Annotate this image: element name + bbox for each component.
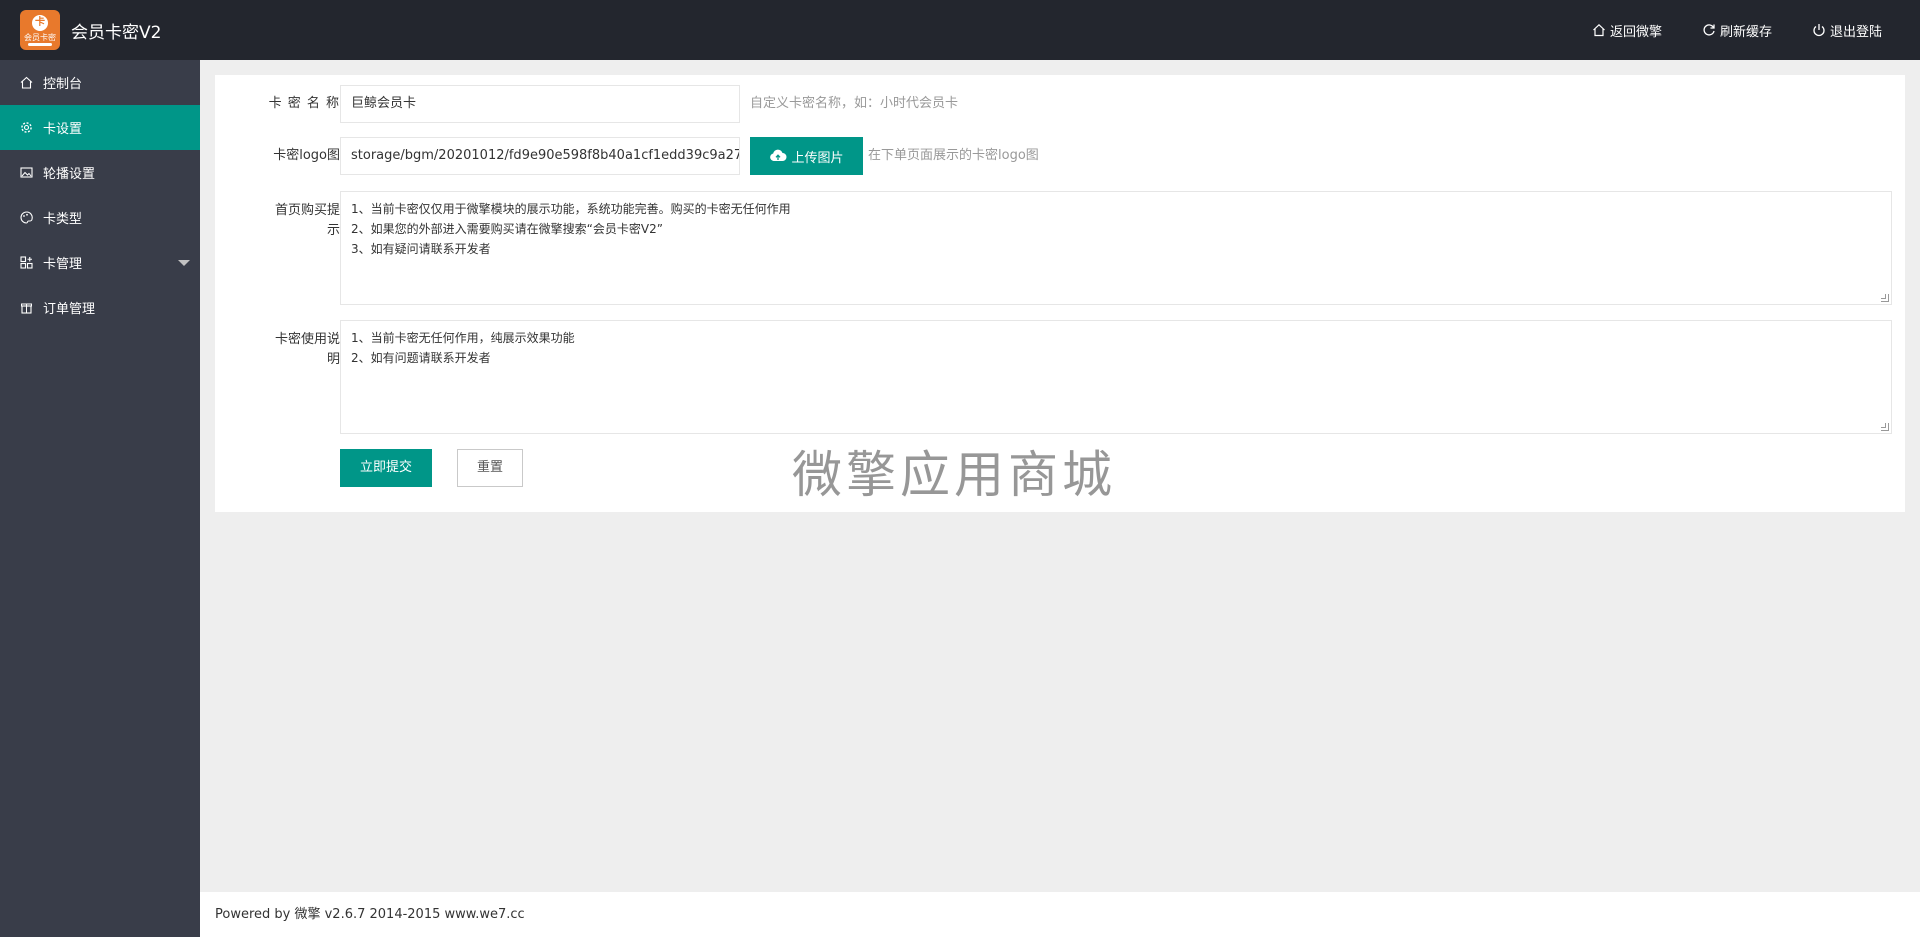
gift-icon (21, 303, 32, 314)
card-name-hint: 自定义卡密名称，如：小时代会员卡 (750, 96, 959, 111)
resize-handle[interactable] (1881, 294, 1889, 302)
purchase-tip-textarea[interactable]: 1、当前卡密仅仅用于微擎模块的展示功能，系统功能完善。购买的卡密无任何作用 2、… (340, 191, 1892, 305)
card-name-input[interactable]: 巨鲸会员卡 (340, 85, 740, 123)
submit-button[interactable]: 立即提交 (340, 449, 432, 487)
image-icon (20, 167, 33, 178)
card-logo-label: 卡密logo图 (273, 148, 340, 163)
cloud-upload-icon (770, 149, 787, 161)
home-icon (20, 76, 33, 89)
gear-icon (21, 122, 32, 133)
watermark-text: 微擎应用商城 (792, 446, 1116, 504)
sidebar-item-label: 轮播设置 (43, 167, 96, 182)
refresh-icon (1703, 24, 1715, 36)
sidebar: 控制台 卡设置 轮播设置 卡类型 卡管理 订单管理 (0, 60, 200, 937)
sidebar-item-carousel-settings[interactable]: 轮播设置 (0, 150, 200, 195)
power-icon (1813, 24, 1825, 37)
sidebar-item-label: 卡管理 (43, 257, 83, 272)
logout-label: 退出登陆 (1829, 24, 1882, 40)
upload-image-label: 上传图片 (791, 150, 844, 166)
refresh-cache-button[interactable]: 刷新缓存 (1702, 21, 1772, 40)
sidebar-item-label: 卡类型 (43, 212, 83, 227)
footer: Powered by 微擎 v2.6.7 2014-2015 www.we7.c… (200, 892, 1920, 937)
app-logo: 卡 会员卡密 (20, 10, 60, 50)
app-title: 会员卡密V2 (71, 22, 162, 43)
back-to-weiqing-label: 返回微擎 (1609, 24, 1662, 40)
sidebar-item-label: 控制台 (43, 77, 83, 92)
card-name-label: 卡 密 名 称 (268, 96, 340, 111)
refresh-cache-label: 刷新缓存 (1719, 24, 1772, 40)
logout-button[interactable]: 退出登陆 (1812, 21, 1882, 40)
top-actions: 返回微擎 刷新缓存 退出登陆 (1552, 0, 1882, 60)
top-bar: 卡 会员卡密 会员卡密V2 返回微擎 刷新缓存 退出登陆 (0, 0, 1920, 60)
sidebar-item-label: 订单管理 (43, 302, 96, 317)
card-logo-hint: 在下单页面展示的卡密logo图 (868, 148, 1039, 163)
apps-icon (20, 256, 33, 269)
sidebar-item-dashboard[interactable]: 控制台 (0, 60, 200, 105)
back-to-weiqing-button[interactable]: 返回微擎 (1592, 21, 1662, 40)
upload-image-button[interactable]: 上传图片 (750, 137, 863, 175)
sidebar-item-card-types[interactable]: 卡类型 (0, 195, 200, 240)
reset-button[interactable]: 重置 (457, 449, 523, 487)
usage-note-label: 卡密使用说明 (274, 332, 340, 367)
card-logo-input[interactable]: storage/bgm/20201012/fd9e90e598f8b40a1cf… (340, 137, 740, 175)
resize-handle[interactable] (1881, 423, 1889, 431)
home-icon (1593, 23, 1605, 37)
sidebar-item-card-management[interactable]: 卡管理 (0, 240, 200, 285)
chevron-down-icon (178, 260, 190, 266)
sidebar-item-card-settings[interactable]: 卡设置 (0, 105, 200, 150)
sidebar-item-label: 卡设置 (43, 122, 83, 137)
sidebar-item-order-management[interactable]: 订单管理 (0, 285, 200, 330)
palette-icon (20, 211, 33, 224)
main-content: 卡 密 名 称 巨鲸会员卡 自定义卡密名称，如：小时代会员卡 卡密logo图 s… (200, 60, 1920, 892)
usage-note-textarea[interactable]: 1、当前卡密无任何作用，纯展示效果功能 2、如有问题请联系开发者 (340, 320, 1892, 434)
purchase-tip-label: 首页购买提示 (274, 203, 340, 238)
